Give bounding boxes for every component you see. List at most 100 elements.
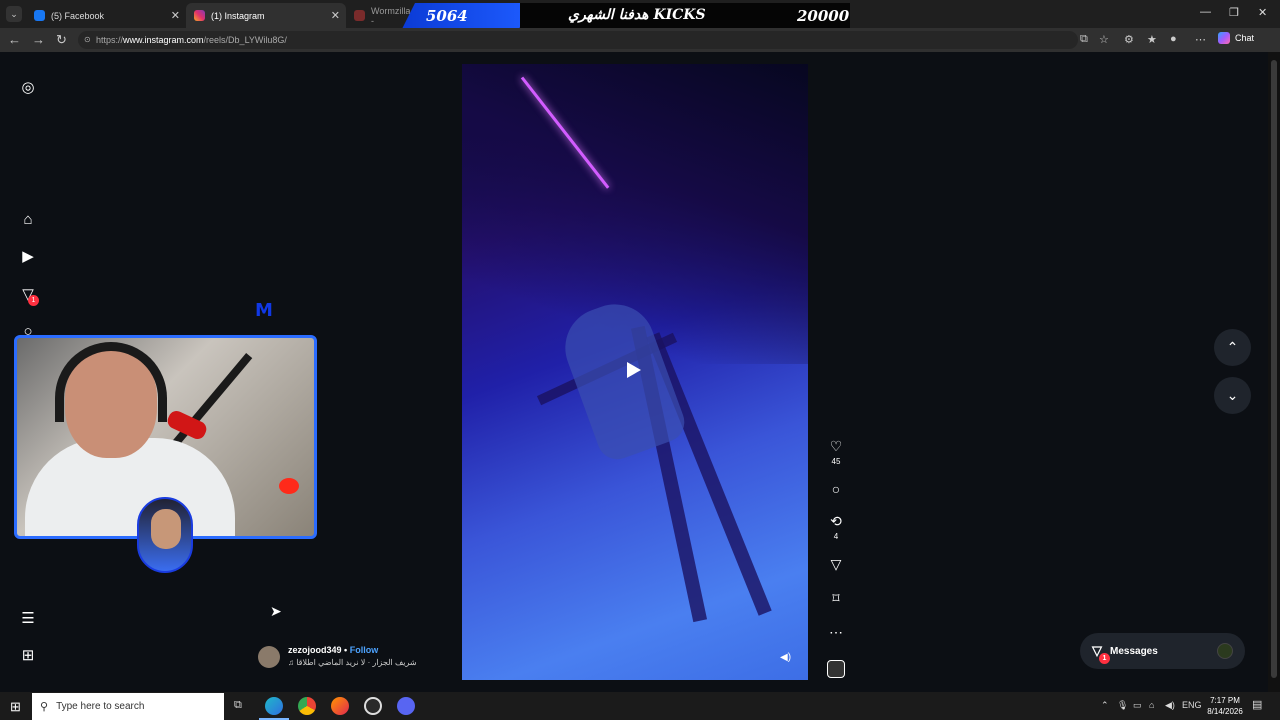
site-info-icon[interactable]: ⊙ — [84, 31, 91, 49]
favorite-star-icon[interactable]: ☆ — [1099, 33, 1109, 46]
music-note-icon: ♫ — [288, 658, 294, 667]
tab-facebook[interactable]: (5) Facebook ✕ — [26, 3, 186, 28]
goal-target-count: 20000 — [797, 7, 850, 25]
mouse-cursor: ➤ — [270, 603, 282, 619]
back-icon[interactable]: ← — [8, 32, 21, 47]
system-clock[interactable]: 7:17 PM 8/14/2026 — [1200, 695, 1250, 717]
previous-reel-button[interactable]: ⌃ — [1214, 329, 1251, 366]
cartoon-face — [151, 509, 181, 549]
headset — [55, 342, 167, 422]
chevron-up-icon: ⌃ — [1226, 339, 1239, 355]
network-icon[interactable]: ⌂ — [1149, 700, 1154, 710]
minimize-icon[interactable]: — — [1200, 6, 1211, 18]
facebook-icon — [34, 10, 45, 21]
author-line: zezojood349 • Follow — [288, 645, 417, 655]
goal-current-count: 5064 — [426, 7, 468, 25]
instagram-icon — [194, 10, 205, 21]
obs-app-icon[interactable] — [364, 697, 382, 715]
favorites-icon[interactable]: ★ — [1147, 33, 1157, 46]
volume-icon[interactable]: ◀) — [1165, 700, 1175, 711]
taskbar-search-input[interactable]: ⚲ Type here to search — [32, 693, 224, 720]
microphone-icon[interactable]: 🎙 — [1117, 700, 1128, 711]
display-icon[interactable]: ▭ — [1133, 700, 1142, 711]
streamer-cartoon-avatar — [137, 497, 193, 573]
meta-icon[interactable]: ⊞ — [19, 647, 37, 665]
repost-count: 4 — [833, 532, 839, 541]
like-button[interactable]: ♡ 45 — [826, 438, 846, 466]
more-icon: ⋯ — [829, 624, 843, 640]
url-input[interactable]: ⊙ https://www.instagram.com/reels/Db_LYW… — [78, 31, 1078, 49]
url-prefix: https:// — [96, 35, 124, 45]
comment-button[interactable]: ○ — [826, 481, 846, 497]
wormzilla-icon — [354, 10, 365, 21]
chat-label: Chat — [1235, 33, 1255, 43]
tab-label: (5) Facebook — [51, 10, 105, 21]
stream-goal-banner: 5064 هدفنا الشهري KICKS 20000 — [402, 3, 850, 29]
volume-icon[interactable]: ◀) — [780, 652, 791, 663]
messages-button[interactable]: ▽ 1 Messages — [1080, 633, 1245, 669]
search-icon: ⚲ — [40, 701, 49, 713]
reel-author: zezojood349 • Follow ♫ شريف الجزار · لا … — [258, 645, 417, 668]
reel-video[interactable]: ◀) — [462, 64, 808, 680]
avatar[interactable] — [258, 646, 280, 668]
audio-title: شريف الجزار · لا نريد الماضي اطلاقا — [296, 658, 417, 667]
repost-button[interactable]: ⟲ 4 — [826, 513, 846, 541]
windows-start-icon[interactable]: ⊞ — [10, 699, 21, 715]
share-icon: ▽ — [830, 556, 842, 572]
audio-thumbnail[interactable] — [827, 660, 845, 678]
copilot-icon — [1218, 32, 1230, 44]
notifications-icon[interactable]: ▤ — [1252, 698, 1262, 711]
url-host: www.instagram.com — [123, 35, 204, 45]
menu-icon[interactable]: ☰ — [19, 610, 37, 628]
share-button[interactable]: ▽ — [826, 556, 846, 573]
windows-taskbar: ⊞ ⚲ Type here to search ⧉ ⌃ 🎙 ▭ ⌂ ◀) ENG… — [0, 692, 1280, 720]
profile-avatar[interactable]: ● — [1170, 33, 1177, 45]
save-button[interactable]: ⌑ — [826, 590, 846, 607]
scrollbar-thumb[interactable] — [1271, 60, 1277, 678]
forward-icon[interactable]: → — [32, 32, 45, 47]
maximize-icon[interactable]: ❐ — [1229, 6, 1239, 19]
page-scrollbar[interactable] — [1268, 52, 1280, 692]
author-info: zezojood349 • Follow ♫ شريف الجزار · لا … — [288, 645, 417, 668]
copilot-chat-button[interactable]: Chat — [1218, 32, 1254, 44]
messages-unread-badge: 1 — [1099, 653, 1110, 664]
tab-label: (1) Instagram — [211, 10, 265, 21]
refresh-icon[interactable]: ↻ — [56, 32, 67, 48]
firefox-app-icon[interactable] — [331, 697, 349, 715]
more-button[interactable]: ⋯ — [826, 624, 846, 641]
chevron-down-icon: ⌄ — [1226, 387, 1239, 403]
repost-icon: ⟲ — [830, 513, 842, 529]
chrome-app-icon[interactable] — [298, 697, 316, 715]
url-path: /reels/Db_LYWilu8G/ — [203, 35, 287, 45]
close-icon[interactable]: ✕ — [171, 9, 180, 22]
edge-app-icon[interactable] — [259, 697, 289, 720]
chevron-up-icon[interactable]: ⌃ — [1101, 700, 1109, 711]
discord-app-icon[interactable] — [397, 697, 415, 715]
overlay-m-logo: M — [255, 300, 273, 321]
reel-audio[interactable]: ♫ شريف الجزار · لا نريد الماضي اطلاقا — [288, 658, 417, 667]
separator: • — [344, 645, 348, 655]
tab-actions-menu-button[interactable]: ⌄ — [6, 6, 22, 22]
split-screen-icon[interactable]: ⧉ — [1080, 33, 1088, 46]
play-icon[interactable] — [627, 362, 641, 378]
close-window-icon[interactable]: ✕ — [1258, 6, 1267, 19]
next-reel-button[interactable]: ⌄ — [1214, 377, 1251, 414]
close-icon[interactable]: ✕ — [331, 9, 340, 22]
like-count: 45 — [831, 457, 841, 466]
home-icon[interactable]: ⌂ — [19, 211, 37, 229]
tab-instagram[interactable]: (1) Instagram ✕ — [186, 3, 346, 28]
search-placeholder: Type here to search — [56, 701, 145, 712]
extensions-icon[interactable]: ⚙ — [1124, 33, 1134, 46]
messages-label: Messages — [1110, 645, 1158, 657]
browser-titlebar: ⌄ (5) Facebook ✕ (1) Instagram ✕ Wormzil… — [0, 0, 1280, 29]
author-username[interactable]: zezojood349 — [288, 645, 342, 655]
instagram-logo-icon[interactable]: ◎ — [19, 79, 37, 97]
clock-date: 8/14/2026 — [1207, 707, 1243, 716]
more-options-icon[interactable]: ⋯ — [1195, 33, 1206, 46]
follow-button[interactable]: Follow — [350, 645, 379, 655]
task-view-icon[interactable]: ⧉ — [234, 699, 242, 712]
language-indicator[interactable]: ENG — [1182, 700, 1202, 710]
avatar — [1217, 643, 1233, 659]
reels-icon[interactable]: ▶ — [19, 248, 37, 266]
bookmark-icon: ⌑ — [832, 590, 840, 606]
